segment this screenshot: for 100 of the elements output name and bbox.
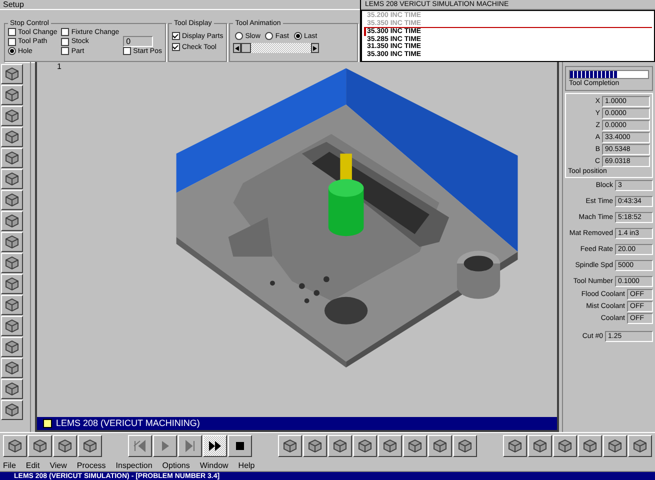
playback-button[interactable]	[228, 435, 252, 457]
cube-icon	[4, 255, 20, 271]
cube-icon	[82, 438, 98, 454]
scroll-left-button[interactable]	[233, 43, 242, 53]
toolbar-button[interactable]	[303, 435, 327, 457]
cube-icon	[307, 438, 323, 454]
skip-back-icon	[133, 439, 147, 453]
cube-icon	[507, 438, 523, 454]
menu-item[interactable]: Inspection	[116, 460, 152, 470]
toolbar-button[interactable]	[628, 435, 652, 457]
cube-icon	[32, 438, 48, 454]
cube-icon	[407, 438, 423, 454]
toolbar-button[interactable]	[78, 435, 102, 457]
playback-button[interactable]	[178, 435, 202, 457]
toolbar-button[interactable]	[1, 106, 23, 126]
playback-button[interactable]	[128, 435, 152, 457]
window-icon	[43, 419, 52, 428]
toolbar-button[interactable]	[378, 435, 402, 457]
cube-icon	[4, 171, 20, 187]
checkbox[interactable]	[61, 28, 70, 36]
checkbox[interactable]	[61, 47, 70, 55]
menu-item[interactable]: Options	[162, 460, 190, 470]
cube-icon	[4, 192, 20, 208]
toolbar-button[interactable]	[328, 435, 352, 457]
toolbar-button[interactable]	[428, 435, 452, 457]
left-arrow-icon	[235, 46, 240, 50]
toolbar-button[interactable]	[1, 232, 23, 252]
toolbar-button[interactable]	[3, 435, 27, 457]
toolbar-button[interactable]	[1, 190, 23, 210]
menu-item[interactable]: Window	[200, 460, 228, 470]
radio-button[interactable]	[235, 32, 244, 40]
toolbar-button[interactable]	[1, 211, 23, 231]
cube-icon	[632, 438, 648, 454]
axis-label: 1	[57, 62, 62, 71]
count-field[interactable]: 0	[123, 36, 154, 47]
slider-thumb[interactable]	[241, 43, 252, 53]
checkbox[interactable]	[61, 38, 70, 46]
toolbar-button[interactable]	[1, 358, 23, 378]
cube-icon	[4, 213, 20, 229]
toolbar-button[interactable]	[1, 316, 23, 336]
toolbar-button[interactable]	[403, 435, 427, 457]
radio-button[interactable]	[8, 47, 16, 55]
checkbox[interactable]	[123, 47, 132, 55]
cube-icon	[4, 339, 20, 355]
toolbar-button[interactable]	[1, 337, 23, 357]
playback-button[interactable]	[203, 435, 227, 457]
cube-icon	[382, 438, 398, 454]
cube-icon	[4, 150, 20, 166]
toolbar-button[interactable]	[603, 435, 627, 457]
cube-icon	[332, 438, 348, 454]
cube-icon	[4, 129, 20, 145]
toolbar-button[interactable]	[1, 85, 23, 105]
menu-item[interactable]: File	[3, 460, 16, 470]
menu-item[interactable]: View	[50, 460, 67, 470]
checkbox[interactable]	[172, 43, 180, 51]
toolbar-button[interactable]	[278, 435, 302, 457]
toolbar-button[interactable]	[53, 435, 77, 457]
cube-icon	[457, 438, 473, 454]
menu-item[interactable]: Process	[76, 460, 106, 470]
cube-icon	[582, 438, 598, 454]
toolbar-button[interactable]	[1, 169, 23, 189]
cube-icon	[57, 438, 73, 454]
toolbar-button[interactable]	[353, 435, 377, 457]
toolbar-button[interactable]	[28, 435, 52, 457]
cube-icon	[4, 234, 20, 250]
speed-slider[interactable]	[241, 43, 312, 53]
cube-icon	[7, 438, 23, 454]
cube-icon	[282, 438, 298, 454]
toolbar-button[interactable]	[503, 435, 527, 457]
toolbar-button[interactable]	[1, 64, 23, 84]
radio-button[interactable]	[294, 32, 302, 40]
cube-icon	[4, 318, 20, 334]
toolbar-button[interactable]	[553, 435, 577, 457]
cube-icon	[557, 438, 573, 454]
toolbar-button[interactable]	[528, 435, 552, 457]
checkbox[interactable]	[8, 28, 16, 36]
checkbox[interactable]	[8, 38, 16, 46]
radio-button[interactable]	[265, 32, 274, 40]
cube-icon	[4, 297, 20, 313]
toolbar-button[interactable]	[1, 253, 23, 273]
toolbar-button[interactable]	[1, 148, 23, 168]
viewport-title: LEMS 208 (VERICUT MACHINING)	[56, 417, 200, 430]
cube-icon	[532, 438, 548, 454]
cube-icon	[4, 108, 20, 124]
toolbar-button[interactable]	[1, 400, 23, 420]
scroll-right-button[interactable]	[311, 43, 320, 53]
cube-icon	[432, 438, 448, 454]
cube-icon	[4, 87, 20, 103]
toolbar-button[interactable]	[578, 435, 602, 457]
menu-item[interactable]: Help	[238, 460, 255, 470]
cube-icon	[4, 381, 20, 397]
playback-button[interactable]	[153, 435, 177, 457]
toolbar-button[interactable]	[1, 379, 23, 399]
toolbar-button[interactable]	[453, 435, 477, 457]
menu-item[interactable]: Edit	[26, 460, 40, 470]
toolbar-button[interactable]	[1, 274, 23, 294]
toolbar-button[interactable]	[1, 127, 23, 147]
checkbox[interactable]	[172, 32, 180, 40]
cube-icon	[4, 276, 20, 292]
toolbar-button[interactable]	[1, 295, 23, 315]
